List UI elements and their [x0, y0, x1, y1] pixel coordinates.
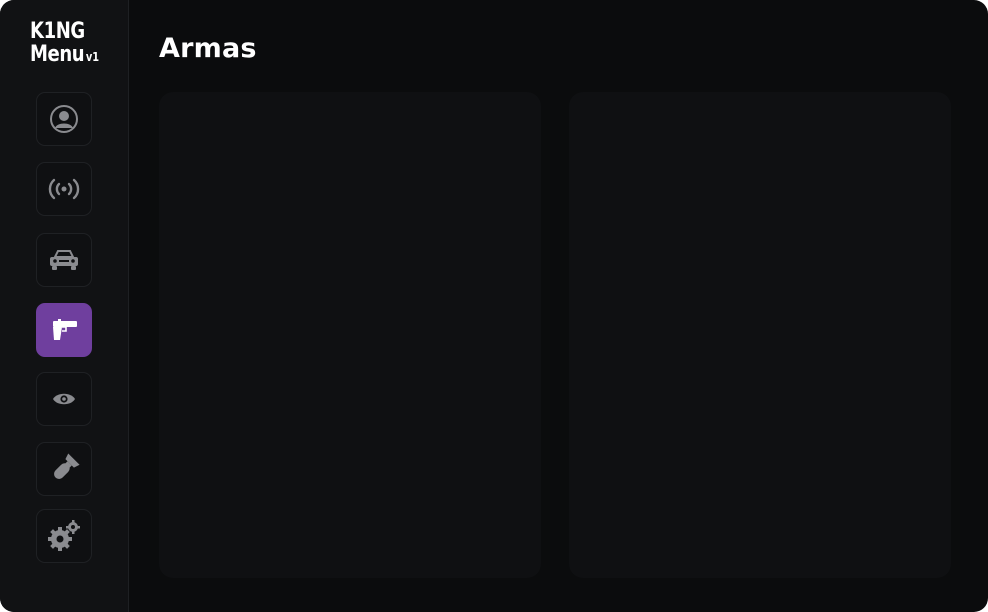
sidebar-item-online[interactable] [36, 162, 92, 216]
user-icon [49, 104, 79, 134]
app-window: K1NG Menu v1 Armas [0, 0, 988, 612]
pistol-icon [49, 318, 79, 342]
sidebar-item-settings[interactable] [36, 509, 92, 563]
broadcast-icon [48, 177, 80, 201]
content-panel-left [159, 92, 541, 578]
sidebar: K1NG Menu v1 [0, 0, 129, 612]
logo-version: v1 [85, 50, 100, 64]
sidebar-item-weapons[interactable] [36, 303, 92, 357]
sidebar-item-visuals[interactable] [36, 372, 92, 426]
gears-icon [47, 520, 81, 552]
page-title: Armas [159, 33, 257, 64]
sidebar-item-player[interactable] [36, 92, 92, 146]
eye-icon [52, 391, 76, 407]
app-logo: K1NG Menu v1 [30, 20, 99, 69]
content-panel-right [569, 92, 951, 578]
logo-line2: Menu [30, 42, 85, 67]
sidebar-item-misc[interactable] [36, 442, 92, 496]
bomb-icon [48, 453, 80, 485]
logo-line1: K1NG [30, 19, 85, 44]
sidebar-item-vehicle[interactable] [36, 233, 92, 287]
car-icon [48, 247, 80, 273]
